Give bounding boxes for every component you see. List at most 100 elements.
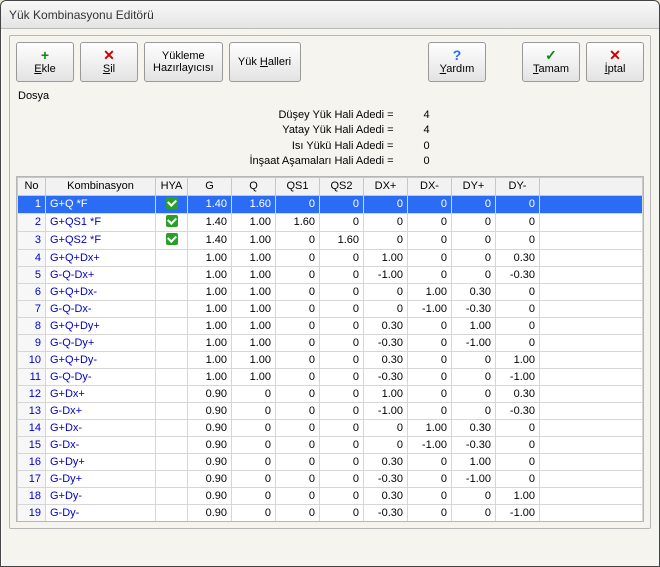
table-row[interactable]: 10G+Q+Dy-1.001.00000.30001.00 xyxy=(18,351,643,368)
value-cell[interactable]: 0 xyxy=(232,402,276,419)
value-cell[interactable]: 0 xyxy=(496,213,540,231)
value-cell[interactable]: 0 xyxy=(276,266,320,283)
value-cell[interactable]: 0 xyxy=(232,487,276,504)
table-row[interactable]: 18G+Dy-0.900000.30001.00 xyxy=(18,487,643,504)
value-cell[interactable]: 0 xyxy=(276,351,320,368)
value-cell[interactable]: 0 xyxy=(496,470,540,487)
hya-cell[interactable] xyxy=(156,195,188,213)
value-cell[interactable]: 0 xyxy=(452,351,496,368)
file-menu[interactable]: Dosya xyxy=(18,90,49,102)
value-cell[interactable]: 1.00 xyxy=(232,266,276,283)
column-header[interactable]: No xyxy=(18,177,46,195)
value-cell[interactable]: 1.00 xyxy=(232,334,276,351)
value-cell[interactable]: 0.30 xyxy=(452,419,496,436)
column-header[interactable]: QS1 xyxy=(276,177,320,195)
value-cell[interactable]: -1.00 xyxy=(452,470,496,487)
value-cell[interactable]: 0.90 xyxy=(188,487,232,504)
table-row[interactable]: 16G+Dy+0.900000.3001.000 xyxy=(18,453,643,470)
value-cell[interactable]: 0 xyxy=(452,231,496,249)
combination-cell[interactable]: G+Q+Dx- xyxy=(46,283,156,300)
value-cell[interactable]: 0 xyxy=(232,504,276,521)
value-cell[interactable]: 0 xyxy=(276,487,320,504)
combination-cell[interactable]: G+Dy- xyxy=(46,487,156,504)
value-cell[interactable]: 0 xyxy=(496,195,540,213)
value-cell[interactable]: 0.30 xyxy=(496,249,540,266)
value-cell[interactable]: -1.00 xyxy=(364,266,408,283)
value-cell[interactable]: 0 xyxy=(320,283,364,300)
hya-cell[interactable] xyxy=(156,231,188,249)
hya-cell[interactable] xyxy=(156,317,188,334)
value-cell[interactable]: 0 xyxy=(496,334,540,351)
combination-cell[interactable]: G-Dx- xyxy=(46,436,156,453)
column-header[interactable]: Kombinasyon xyxy=(46,177,156,195)
value-cell[interactable]: -1.00 xyxy=(496,368,540,385)
value-cell[interactable]: 0 xyxy=(276,504,320,521)
value-cell[interactable]: 0 xyxy=(276,249,320,266)
value-cell[interactable]: 0 xyxy=(408,195,452,213)
hya-cell[interactable] xyxy=(156,504,188,521)
hya-cell[interactable] xyxy=(156,402,188,419)
value-cell[interactable]: 0 xyxy=(320,300,364,317)
value-cell[interactable]: 0 xyxy=(496,453,540,470)
value-cell[interactable]: 0 xyxy=(320,213,364,231)
table-row[interactable]: 11G-Q-Dy-1.001.0000-0.3000-1.00 xyxy=(18,368,643,385)
value-cell[interactable]: 1.00 xyxy=(496,351,540,368)
table-row[interactable]: 19G-Dy-0.90000-0.3000-1.00 xyxy=(18,504,643,521)
delete-button[interactable]: ✕ Sil xyxy=(80,42,138,82)
value-cell[interactable]: 0 xyxy=(452,504,496,521)
value-cell[interactable]: 0 xyxy=(496,283,540,300)
table-row[interactable]: 3G+QS2 *F1.401.0001.600000 xyxy=(18,231,643,249)
value-cell[interactable]: 0 xyxy=(320,385,364,402)
value-cell[interactable]: 0 xyxy=(276,436,320,453)
value-cell[interactable]: 0.90 xyxy=(188,402,232,419)
combination-cell[interactable]: G+Q *F xyxy=(46,195,156,213)
value-cell[interactable]: 0 xyxy=(320,334,364,351)
value-cell[interactable]: 0.30 xyxy=(364,351,408,368)
value-cell[interactable]: 0.90 xyxy=(188,385,232,402)
hya-cell[interactable] xyxy=(156,385,188,402)
value-cell[interactable]: 1.00 xyxy=(232,368,276,385)
value-cell[interactable]: 0 xyxy=(232,453,276,470)
value-cell[interactable]: 0 xyxy=(320,419,364,436)
value-cell[interactable]: 0 xyxy=(276,470,320,487)
value-cell[interactable]: -0.30 xyxy=(452,300,496,317)
value-cell[interactable]: 0 xyxy=(452,368,496,385)
value-cell[interactable]: 0 xyxy=(408,317,452,334)
table-row[interactable]: 9G-Q-Dy+1.001.0000-0.300-1.000 xyxy=(18,334,643,351)
value-cell[interactable]: 0 xyxy=(496,317,540,334)
value-cell[interactable]: 1.00 xyxy=(188,351,232,368)
value-cell[interactable]: 0 xyxy=(320,436,364,453)
value-cell[interactable]: 0.30 xyxy=(364,317,408,334)
value-cell[interactable]: 0 xyxy=(408,266,452,283)
value-cell[interactable]: 0 xyxy=(320,504,364,521)
value-cell[interactable]: 0 xyxy=(320,487,364,504)
value-cell[interactable]: 0 xyxy=(276,283,320,300)
combination-cell[interactable]: G-Q-Dy- xyxy=(46,368,156,385)
column-header[interactable]: DX- xyxy=(408,177,452,195)
hya-cell[interactable] xyxy=(156,266,188,283)
value-cell[interactable]: 0 xyxy=(232,419,276,436)
value-cell[interactable]: 0 xyxy=(276,317,320,334)
table-row[interactable]: 14G+Dx-0.9000001.000.300 xyxy=(18,419,643,436)
table-row[interactable]: 13G-Dx+0.90000-1.0000-0.30 xyxy=(18,402,643,419)
value-cell[interactable]: 1.00 xyxy=(364,385,408,402)
hya-cell[interactable] xyxy=(156,453,188,470)
hya-cell[interactable] xyxy=(156,300,188,317)
value-cell[interactable]: 0 xyxy=(364,436,408,453)
column-header[interactable]: DX+ xyxy=(364,177,408,195)
value-cell[interactable]: 0.30 xyxy=(452,283,496,300)
hya-cell[interactable] xyxy=(156,334,188,351)
combination-cell[interactable]: G-Q-Dx- xyxy=(46,300,156,317)
value-cell[interactable]: 0 xyxy=(320,402,364,419)
value-cell[interactable]: 1.00 xyxy=(496,487,540,504)
table-row[interactable]: 8G+Q+Dy+1.001.00000.3001.000 xyxy=(18,317,643,334)
combination-cell[interactable]: G+Dx+ xyxy=(46,385,156,402)
hya-cell[interactable] xyxy=(156,283,188,300)
value-cell[interactable]: 0 xyxy=(452,213,496,231)
value-cell[interactable]: 1.60 xyxy=(320,231,364,249)
value-cell[interactable]: 0.90 xyxy=(188,453,232,470)
combination-cell[interactable]: G+Dy+ xyxy=(46,453,156,470)
value-cell[interactable]: 0 xyxy=(320,266,364,283)
value-cell[interactable]: 0.90 xyxy=(188,504,232,521)
value-cell[interactable]: 1.00 xyxy=(188,266,232,283)
